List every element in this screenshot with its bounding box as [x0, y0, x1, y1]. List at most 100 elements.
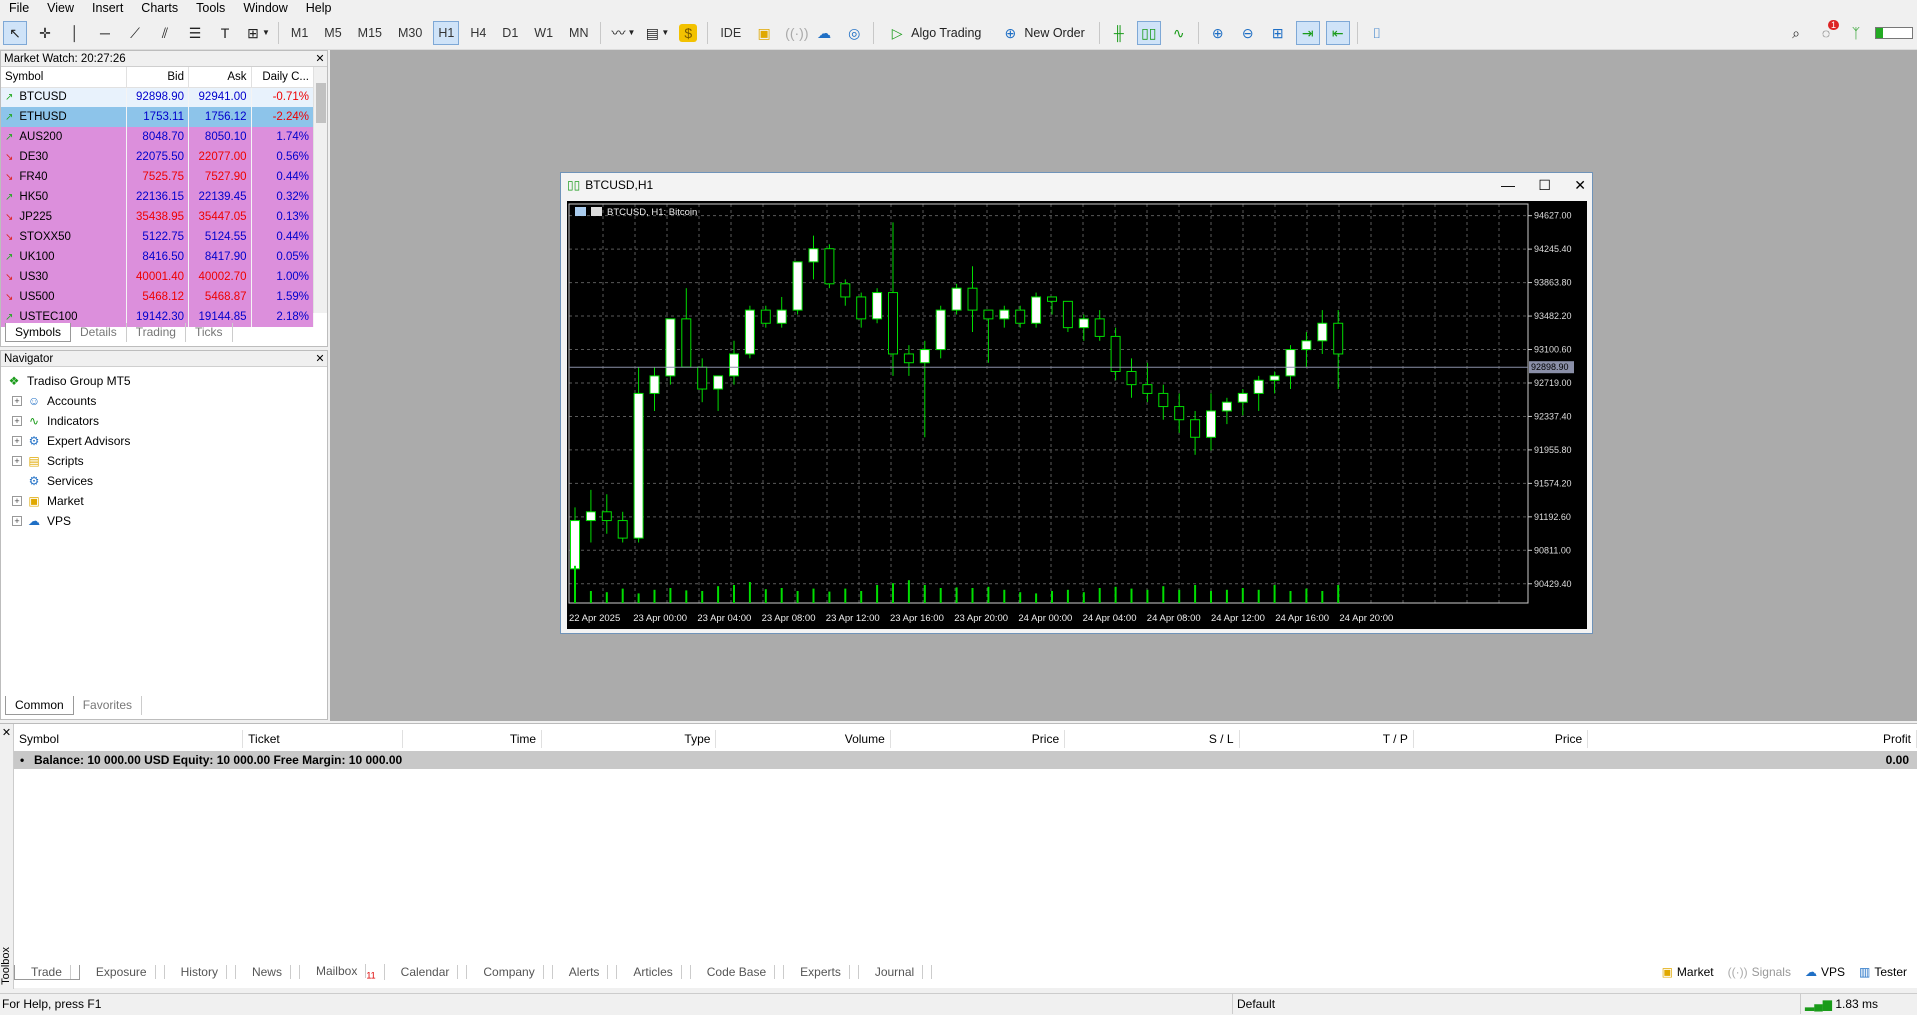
horizontal-line-button[interactable]: ─	[93, 21, 117, 45]
signals-button[interactable]: ((·))	[782, 21, 808, 45]
algo-trading-button[interactable]: ▷ Algo Trading	[881, 21, 988, 45]
tab-trade[interactable]: Trade	[14, 964, 80, 980]
close-icon[interactable]: ✕	[313, 51, 327, 66]
column-header[interactable]: Ticket	[243, 730, 403, 748]
navigator-root[interactable]: ❖ Tradiso Group MT5	[1, 371, 327, 391]
candle-chart-button[interactable]: ▯▯	[1136, 20, 1161, 45]
column-header[interactable]: Type	[542, 730, 717, 748]
timeframe-m5[interactable]: M5	[319, 21, 346, 45]
tab-alerts[interactable]: Alerts	[553, 965, 618, 979]
market-watch-scrollbar[interactable]	[313, 67, 327, 313]
crosshair-tool-button[interactable]: ✛	[33, 21, 57, 45]
column-header[interactable]: Profit	[1588, 730, 1917, 748]
tab-company[interactable]: Company	[467, 965, 553, 979]
close-icon[interactable]: ✕	[313, 351, 327, 366]
column-header[interactable]: Price	[1414, 730, 1589, 748]
column-header[interactable]: Bid	[126, 67, 189, 88]
search-button[interactable]: ⌕	[1784, 21, 1808, 45]
templates-dropdown[interactable]: ▤ ▼	[642, 21, 670, 45]
ide-button[interactable]: IDE	[715, 21, 746, 45]
expand-icon[interactable]: +	[12, 456, 22, 466]
timeframe-w1[interactable]: W1	[529, 21, 558, 45]
tab-news[interactable]: News	[236, 965, 300, 979]
market-bag-button[interactable]: ▣	[752, 21, 776, 45]
tab-experts[interactable]: Experts	[784, 965, 859, 979]
market-watch-row[interactable]: ↘ US500 5468.12 5468.87 1.59%	[1, 287, 314, 307]
timeframe-d1[interactable]: D1	[497, 21, 523, 45]
dollar-button[interactable]: $	[676, 21, 700, 45]
navigator-item-expert-advisors[interactable]: + ⚙ Expert Advisors	[1, 431, 327, 451]
fibo-button[interactable]: ☰	[183, 21, 207, 45]
column-header[interactable]: Ask	[188, 67, 252, 88]
menu-insert[interactable]: Insert	[83, 0, 132, 16]
minimize-icon[interactable]: —	[1501, 177, 1515, 193]
tab-favorites[interactable]: Favorites	[74, 696, 143, 715]
navigator-item-accounts[interactable]: + ☺ Accounts	[1, 391, 327, 411]
chart-window-titlebar[interactable]: ▯▯ BTCUSD,H1 — ☐ ✕	[561, 173, 1592, 197]
tab-mailbox[interactable]: Mailbox 11	[300, 963, 385, 981]
market-watch-row[interactable]: ↗ HK50 22136.15 22139.45 0.32%	[1, 187, 314, 207]
cursor-tool-button[interactable]: ↖	[3, 20, 27, 45]
notifications-button[interactable]: ◌ 1	[1814, 19, 1839, 45]
tab-details[interactable]: Details	[71, 323, 127, 342]
market-watch-row[interactable]: ↘ JP225 35438.95 35447.05 0.13%	[1, 207, 314, 227]
chart-canvas[interactable]: 94627.00 94245.40 93863.80 93482.20 93100.60…	[567, 201, 1587, 629]
bar-chart-button[interactable]: ╫	[1107, 21, 1131, 45]
menu-view[interactable]: View	[38, 0, 83, 16]
menu-charts[interactable]: Charts	[132, 0, 187, 16]
expand-icon[interactable]: +	[12, 416, 22, 426]
tab-calendar[interactable]: Calendar	[385, 965, 468, 979]
connection-button[interactable]: ᛉ	[1844, 21, 1868, 45]
tab-articles[interactable]: Articles	[617, 965, 691, 979]
expand-icon[interactable]: +	[12, 496, 22, 506]
market-link[interactable]: ▣ Market	[1662, 965, 1714, 979]
navigator-item-services[interactable]: ⚙ Services	[1, 471, 327, 491]
tab-symbols[interactable]: Symbols	[5, 323, 72, 342]
timeframe-m30[interactable]: M30	[393, 21, 427, 45]
market-watch-row[interactable]: ↘ US30 40001.40 40002.70 1.00%	[1, 267, 314, 287]
navigator-item-vps[interactable]: + ☁ VPS	[1, 511, 327, 531]
tab-journal[interactable]: Journal	[859, 965, 933, 979]
close-icon[interactable]: ✕	[0, 726, 13, 739]
chart-shift-button[interactable]: ⇤	[1325, 20, 1350, 45]
market-watch-row[interactable]: ↘ DE30 22075.50 22077.00 0.56%	[1, 147, 314, 167]
tab-common[interactable]: Common	[5, 696, 74, 715]
close-icon[interactable]: ✕	[1574, 177, 1586, 193]
tester-link[interactable]: ▥ Tester	[1859, 965, 1907, 979]
column-header[interactable]: T / P	[1240, 730, 1414, 748]
menu-window[interactable]: Window	[234, 0, 296, 16]
navigator-item-scripts[interactable]: + ▤ Scripts	[1, 451, 327, 471]
timeframe-m1[interactable]: M1	[286, 21, 313, 45]
tab-code-base[interactable]: Code Base	[691, 965, 785, 979]
menu-file[interactable]: File	[0, 0, 38, 16]
column-header[interactable]: Price	[891, 730, 1066, 748]
zoom-in-button[interactable]: ⊕	[1206, 21, 1230, 45]
tab-exposure[interactable]: Exposure	[80, 965, 165, 979]
new-order-button[interactable]: ⊕ New Order	[994, 21, 1091, 45]
autoscroll-button[interactable]: ⇥	[1295, 20, 1320, 45]
column-header[interactable]: Time	[403, 730, 543, 748]
trendline-button[interactable]: ⟋	[123, 21, 147, 45]
column-header[interactable]: Volume	[716, 730, 891, 748]
channel-button[interactable]: ⫽	[153, 21, 177, 45]
vertical-line-button[interactable]: │	[63, 21, 87, 45]
column-header[interactable]: Symbol	[14, 730, 244, 748]
tab-history[interactable]: History	[165, 965, 236, 979]
market-watch-row[interactable]: ↘ STOXX50 5122.75 5124.55 0.44%	[1, 227, 314, 247]
navigator-item-market[interactable]: + ▣ Market	[1, 491, 327, 511]
timeframe-h1[interactable]: H1	[433, 20, 460, 45]
vps-link[interactable]: ☁ VPS	[1805, 965, 1845, 979]
menu-tools[interactable]: Tools	[187, 0, 234, 16]
column-header[interactable]: Symbol	[1, 67, 127, 88]
balance-row[interactable]: • Balance: 10 000.00 USD Equity: 10 000.…	[14, 751, 1917, 769]
community-button[interactable]: ◎	[842, 21, 866, 45]
menu-help[interactable]: Help	[297, 0, 341, 16]
tab-trading[interactable]: Trading	[127, 323, 186, 342]
expand-icon[interactable]: +	[12, 436, 22, 446]
column-header[interactable]: Daily C...	[251, 67, 314, 88]
tab-ticks[interactable]: Ticks	[186, 323, 233, 342]
timeframe-m15[interactable]: M15	[353, 21, 387, 45]
vps-button[interactable]: ☁	[812, 21, 836, 45]
market-watch-row[interactable]: ↗ AUS200 8048.70 8050.10 1.74%	[1, 127, 314, 147]
market-watch-row[interactable]: ↘ FR40 7525.75 7527.90 0.44%	[1, 167, 314, 187]
